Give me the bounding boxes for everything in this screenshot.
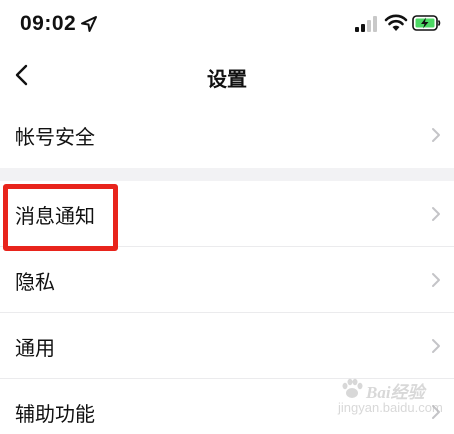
- settings-item-general[interactable]: 通用: [0, 313, 454, 379]
- settings-group-account: 帐号安全: [0, 102, 454, 168]
- chevron-right-icon: [432, 207, 440, 221]
- settings-item-accessibility[interactable]: 辅助功能: [0, 379, 454, 434]
- page-title: 设置: [207, 67, 247, 91]
- settings-item-notifications[interactable]: 消息通知: [0, 181, 454, 247]
- chevron-right-icon: [432, 339, 440, 353]
- cellular-signal-icon: [355, 16, 377, 32]
- location-arrow-icon: [81, 16, 97, 32]
- settings-item-account-security[interactable]: 帐号安全: [0, 102, 454, 168]
- settings-item-label: 帐号安全: [15, 125, 95, 149]
- group-separator: [0, 168, 454, 181]
- battery-charging-icon: [412, 15, 441, 31]
- settings-item-privacy[interactable]: 隐私: [0, 247, 454, 313]
- chevron-right-icon: [432, 273, 440, 287]
- settings-item-label: 辅助功能: [15, 402, 95, 426]
- wifi-icon: [384, 14, 408, 31]
- settings-item-label: 通用: [15, 336, 55, 360]
- settings-item-label: 消息通知: [15, 204, 95, 228]
- settings-group-general: 消息通知 隐私 通用 辅助功能: [0, 181, 454, 434]
- chevron-right-icon: [432, 405, 440, 419]
- settings-screen: 09:02 设置 帐号安全 消息通知 隐私 通用 辅助功能 Bai经验 jing…: [0, 0, 454, 434]
- status-time: 09:02: [20, 12, 77, 35]
- navigation-bar: 设置: [0, 48, 454, 102]
- settings-item-label: 隐私: [15, 270, 55, 294]
- status-bar: 09:02: [0, 0, 454, 48]
- chevron-right-icon: [432, 128, 440, 142]
